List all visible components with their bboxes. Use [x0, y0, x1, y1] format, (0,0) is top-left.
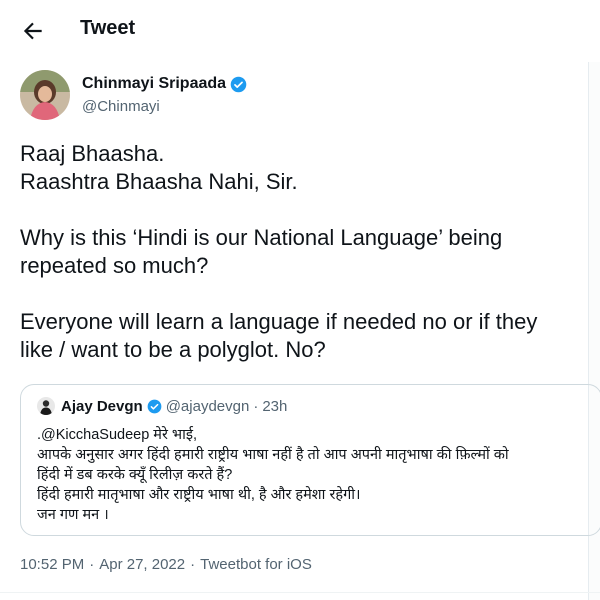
quoted-tweet[interactable]: Ajay Devgn @ajaydevgn · 23h .@KicchaSude… [20, 384, 600, 536]
separator-dot: · [190, 556, 196, 573]
quoted-tweet-text: .@KicchaSudeep मेरे भाई, आपके अनुसार अगर… [37, 425, 597, 525]
tweet-date[interactable]: Apr 27, 2022 [99, 556, 185, 573]
quoted-line: .@KicchaSudeep मेरे भाई, [37, 427, 198, 443]
top-bar: Tweet [0, 0, 600, 62]
tweet-author: Chinmayi Sripaada @Chinmayi [20, 70, 480, 122]
separator-dot: · [89, 556, 95, 573]
quoted-time: 23h [262, 397, 288, 415]
arrow-left-icon [23, 22, 42, 40]
divider [0, 592, 600, 593]
author-name-row: Chinmayi Sripaada [82, 75, 247, 93]
tweet-text: Raaj Bhaasha. Raashtra Bhaasha Nahi, Sir… [20, 140, 585, 364]
tweet-meta: 10:52 PM · Apr 27, 2022 · Tweetbot for i… [20, 556, 312, 573]
tweet-time[interactable]: 10:52 PM [20, 556, 84, 573]
quoted-line: आपके अनुसार अगर हिंदी हमारी राष्ट्रीय भा… [37, 447, 509, 463]
tweet-line: Everyone will learn a language if needed… [20, 309, 538, 334]
quoted-author-handle: @ajaydevgn [165, 397, 250, 415]
separator-dot: · [253, 397, 259, 415]
tweet-line: like / want to be a polyglot. No? [20, 337, 326, 362]
page-title: Tweet [80, 17, 136, 39]
quoted-tweet-header: Ajay Devgn @ajaydevgn · 23h [37, 397, 287, 415]
author-handle[interactable]: @Chinmayi [82, 98, 160, 115]
tweet-line: Raaj Bhaasha. [20, 141, 165, 166]
quoted-author-name: Ajay Devgn [61, 397, 143, 415]
verified-badge-icon [230, 76, 247, 92]
tweet-line: repeated so much? [20, 253, 209, 278]
back-button[interactable] [20, 18, 46, 44]
quoted-avatar [37, 397, 55, 415]
tweet-line: Why is this ‘Hindi is our National Langu… [20, 225, 503, 250]
quoted-line: जन गण मन । [37, 507, 109, 523]
avatar[interactable] [20, 70, 70, 120]
tweet-line: Raashtra Bhaasha Nahi, Sir. [20, 169, 298, 194]
tweet-source[interactable]: Tweetbot for iOS [200, 556, 312, 573]
quoted-line: हिंदी में डब करके क्यूँ रिलीज़ करते हैं? [37, 467, 233, 483]
verified-badge-icon [147, 399, 162, 413]
author-name[interactable]: Chinmayi Sripaada [82, 75, 226, 93]
quoted-line: हिंदी हमारी मातृभाषा और राष्ट्रीय भाषा थ… [37, 487, 361, 503]
